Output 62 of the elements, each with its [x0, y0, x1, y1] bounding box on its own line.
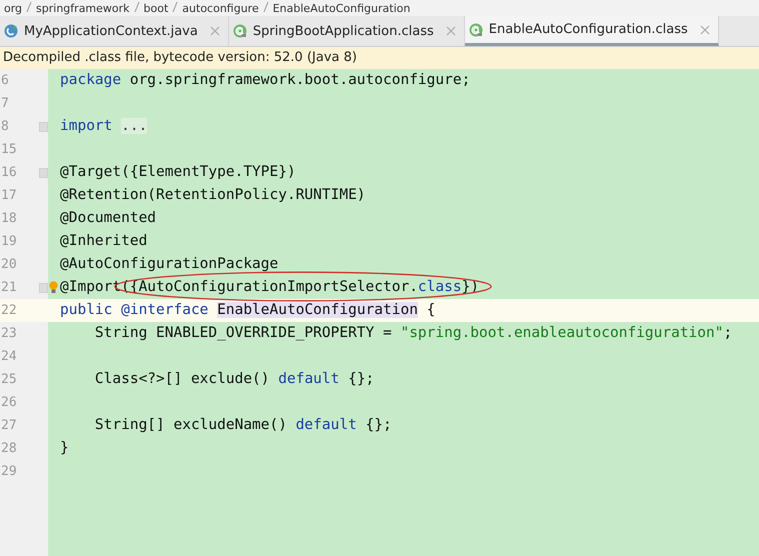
- code-editor[interactable]: [0, 69, 759, 556]
- close-icon[interactable]: [210, 26, 220, 36]
- breadcrumb-item[interactable]: boot: [144, 2, 168, 14]
- annotation-file-icon: [232, 24, 247, 38]
- code-token: class: [418, 279, 462, 295]
- code-token: @Retention(RetentionPolicy.RUNTIME): [60, 187, 366, 203]
- line-number: 24: [1, 348, 17, 366]
- line-number: 20: [1, 256, 17, 274]
- code-token: @Target({ElementType.TYPE}): [60, 164, 296, 180]
- line-number: 21: [1, 279, 17, 297]
- code-token: }: [60, 440, 69, 456]
- breadcrumb-item[interactable]: org: [4, 2, 22, 14]
- line-number: 16: [1, 164, 17, 182]
- breadcrumb-item[interactable]: springframework: [36, 2, 130, 14]
- code-token: @Inherited: [60, 233, 148, 249]
- line-number: 15: [1, 141, 17, 159]
- code-token: EnableAutoConfiguration: [217, 302, 418, 318]
- line-number: 28: [1, 440, 17, 458]
- editor-tab[interactable]: SpringBootApplication.class: [228, 16, 465, 46]
- line-number: 23: [1, 325, 17, 343]
- class-file-icon: [4, 24, 18, 38]
- line-number: 7: [1, 95, 9, 113]
- annotation-file-icon: [468, 22, 483, 36]
- decompiled-notice: Decompiled .class file, bytecode version: 52.0 (Java 8): [0, 47, 759, 69]
- code-token: String[] excludeName(): [94, 417, 288, 433]
- breadcrumb-item[interactable]: EnableAutoConfiguration: [272, 2, 410, 14]
- line-number: 27: [1, 417, 17, 435]
- code-token: {};: [364, 417, 392, 433]
- code-token: @AutoConfigurationPackage: [60, 256, 278, 272]
- code-token: {: [426, 302, 436, 318]
- close-icon[interactable]: [700, 24, 710, 34]
- code-token: Class<?>[] exclude(): [94, 371, 271, 387]
- line-number: 19: [1, 233, 17, 251]
- fold-marker-icon[interactable]: [39, 283, 48, 293]
- code-token: @Documented: [60, 210, 156, 226]
- editor-tab[interactable]: EnableAutoConfiguration.class: [464, 16, 719, 46]
- line-number: 26: [1, 394, 17, 412]
- code-token: public @interface: [60, 302, 210, 318]
- editor-tab[interactable]: MyApplicationContext.java: [0, 16, 229, 46]
- line-number: 29: [1, 463, 17, 481]
- code-token: ({AutoConfigurationImportSelector.: [121, 279, 418, 295]
- code-token: default: [296, 417, 357, 433]
- line-number: 17: [1, 187, 17, 205]
- code-token: package: [60, 72, 122, 88]
- fold-marker-icon[interactable]: [39, 168, 48, 178]
- line-number: 25: [1, 371, 17, 389]
- line-number: 22: [1, 302, 17, 320]
- code-token: import: [60, 118, 114, 134]
- lightbulb-icon[interactable]: [49, 281, 58, 294]
- line-number: 6: [1, 72, 9, 90]
- code-token: default: [278, 371, 340, 387]
- line-number: 18: [1, 210, 17, 228]
- code-token: {};: [347, 371, 374, 387]
- close-icon[interactable]: [446, 26, 456, 36]
- fold-marker-icon[interactable]: [39, 122, 48, 132]
- code-token: ...: [121, 118, 148, 134]
- line-number: 8: [1, 118, 9, 136]
- code-token: "spring.boot.enableautoconfiguration": [400, 325, 724, 341]
- code-token: org.springframework.boot.autoconfigure;: [128, 72, 470, 88]
- code-token: String ENABLED_OVERRIDE_PROPERTY =: [94, 325, 393, 341]
- breadcrumb-item[interactable]: autoconfigure: [182, 2, 259, 14]
- code-token: ;: [723, 325, 732, 341]
